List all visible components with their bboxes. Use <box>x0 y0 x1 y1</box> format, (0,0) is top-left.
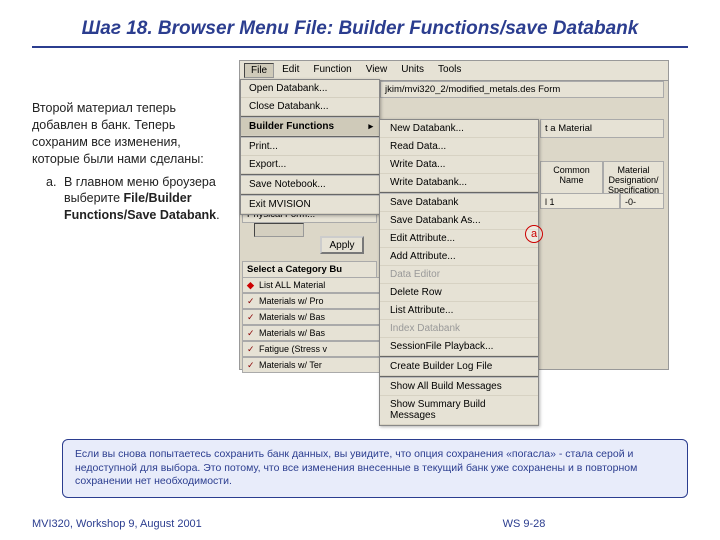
apply-button[interactable]: Apply <box>320 236 364 254</box>
file-save-notebook[interactable]: Save Notebook... <box>241 176 379 194</box>
list-item[interactable]: ✓ Materials w/ Pro <box>242 293 402 309</box>
intro-paragraph: Второй материал теперь добавлен в банк. … <box>32 100 227 168</box>
submenu-item[interactable]: Write Databank... <box>380 174 538 192</box>
td-common-name: l 1 <box>540 193 620 209</box>
list-item-label: List ALL Material <box>259 280 325 290</box>
list-item-a: В главном меню броузера выберите File/Bu… <box>64 174 227 225</box>
check-icon: ✓ <box>247 329 255 337</box>
submenu-item[interactable]: Save Databank As... <box>380 212 538 230</box>
submenu-item[interactable]: Delete Row <box>380 284 538 302</box>
menu-units[interactable]: Units <box>395 63 430 78</box>
file-builder-functions[interactable]: Builder Functions <box>241 118 379 136</box>
submenu-item[interactable]: Save Databank <box>380 194 538 212</box>
category-list: ◆ List ALL Material ✓ Materials w/ Pro ✓ Mate… <box>242 277 402 373</box>
list-a-post: . <box>216 208 219 222</box>
list-item[interactable]: ✓ Materials w/ Bas <box>242 309 402 325</box>
submenu-item[interactable]: Create Builder Log File <box>380 358 538 376</box>
submenu-item: Data Editor <box>380 266 538 284</box>
submenu-item[interactable]: Write Data... <box>380 156 538 174</box>
list-item-label: Fatigue (Stress v <box>259 344 327 354</box>
footer-left: MVI320, Workshop 9, August 2001 <box>32 518 360 530</box>
submenu-item[interactable]: New Databank... <box>380 120 538 138</box>
menu-file[interactable]: File <box>244 63 274 78</box>
file-print[interactable]: Print... <box>241 138 379 156</box>
file-close-databank[interactable]: Close Databank... <box>241 98 379 116</box>
footer: MVI320, Workshop 9, August 2001 WS 9-28 <box>32 518 688 530</box>
menu-view[interactable]: View <box>360 63 394 78</box>
menubar: File Edit Function View Units Tools <box>240 61 668 81</box>
body-text: Второй материал теперь добавлен в банк. … <box>32 60 227 370</box>
submenu-item[interactable]: Read Data... <box>380 138 538 156</box>
list-item[interactable]: ✓ Fatigue (Stress v <box>242 341 402 357</box>
table-row: l 1 -0- <box>540 193 664 209</box>
submenu-item[interactable]: Show Summary Build Messages <box>380 396 538 425</box>
screenshot: File Edit Function View Units Tools jkim… <box>239 60 669 370</box>
check-icon: ✓ <box>247 345 255 353</box>
file-open-databank[interactable]: Open Databank... <box>241 80 379 98</box>
title-rule <box>32 46 688 48</box>
note-box: Если вы снова попытаетесь сохранить банк… <box>62 439 688 498</box>
list-item-label: Materials w/ Bas <box>259 312 325 322</box>
path-bar: jkim/mvi320_2/modified_metals.des Form <box>380 81 664 98</box>
check-icon: ✓ <box>247 297 255 305</box>
list-item[interactable]: ◆ List ALL Material <box>242 277 402 293</box>
list-marker-a: a. <box>46 174 60 225</box>
menu-edit[interactable]: Edit <box>276 63 305 78</box>
builder-submenu: New Databank...Read Data...Write Data...… <box>379 119 539 426</box>
file-dropdown: Open Databank... Close Databank... Build… <box>240 79 380 215</box>
menu-tools[interactable]: Tools <box>432 63 467 78</box>
submenu-item[interactable]: SessionFile Playback... <box>380 338 538 356</box>
menu-function[interactable]: Function <box>307 63 357 78</box>
check-icon: ✓ <box>247 361 255 369</box>
td-designation: -0- <box>620 193 664 209</box>
select-material-row: t a Material <box>540 119 664 138</box>
physical-form-dropdown[interactable] <box>254 223 304 237</box>
diamond-icon: ◆ <box>247 281 255 289</box>
submenu-item[interactable]: Add Attribute... <box>380 248 538 266</box>
submenu-item[interactable]: Edit Attribute... <box>380 230 538 248</box>
check-icon: ✓ <box>247 313 255 321</box>
submenu-item[interactable]: List Attribute... <box>380 302 538 320</box>
list-item[interactable]: ✓ Materials w/ Bas <box>242 325 402 341</box>
submenu-item[interactable]: Show All Build Messages <box>380 378 538 396</box>
file-export[interactable]: Export... <box>241 156 379 174</box>
submenu-item: Index Databank <box>380 320 538 338</box>
footer-center: WS 9-28 <box>360 518 688 530</box>
annotation-a: a <box>525 225 543 243</box>
list-item-label: Materials w/ Pro <box>259 296 324 306</box>
slide-title: Шаг 18. Browser Menu File: Builder Funct… <box>32 18 688 40</box>
category-label: Select a Category Bu <box>242 261 377 278</box>
list-item-label: Materials w/ Ter <box>259 360 322 370</box>
list-item-label: Materials w/ Bas <box>259 328 325 338</box>
file-exit[interactable]: Exit MVISION <box>241 196 379 214</box>
list-item[interactable]: ✓ Materials w/ Ter <box>242 357 402 373</box>
